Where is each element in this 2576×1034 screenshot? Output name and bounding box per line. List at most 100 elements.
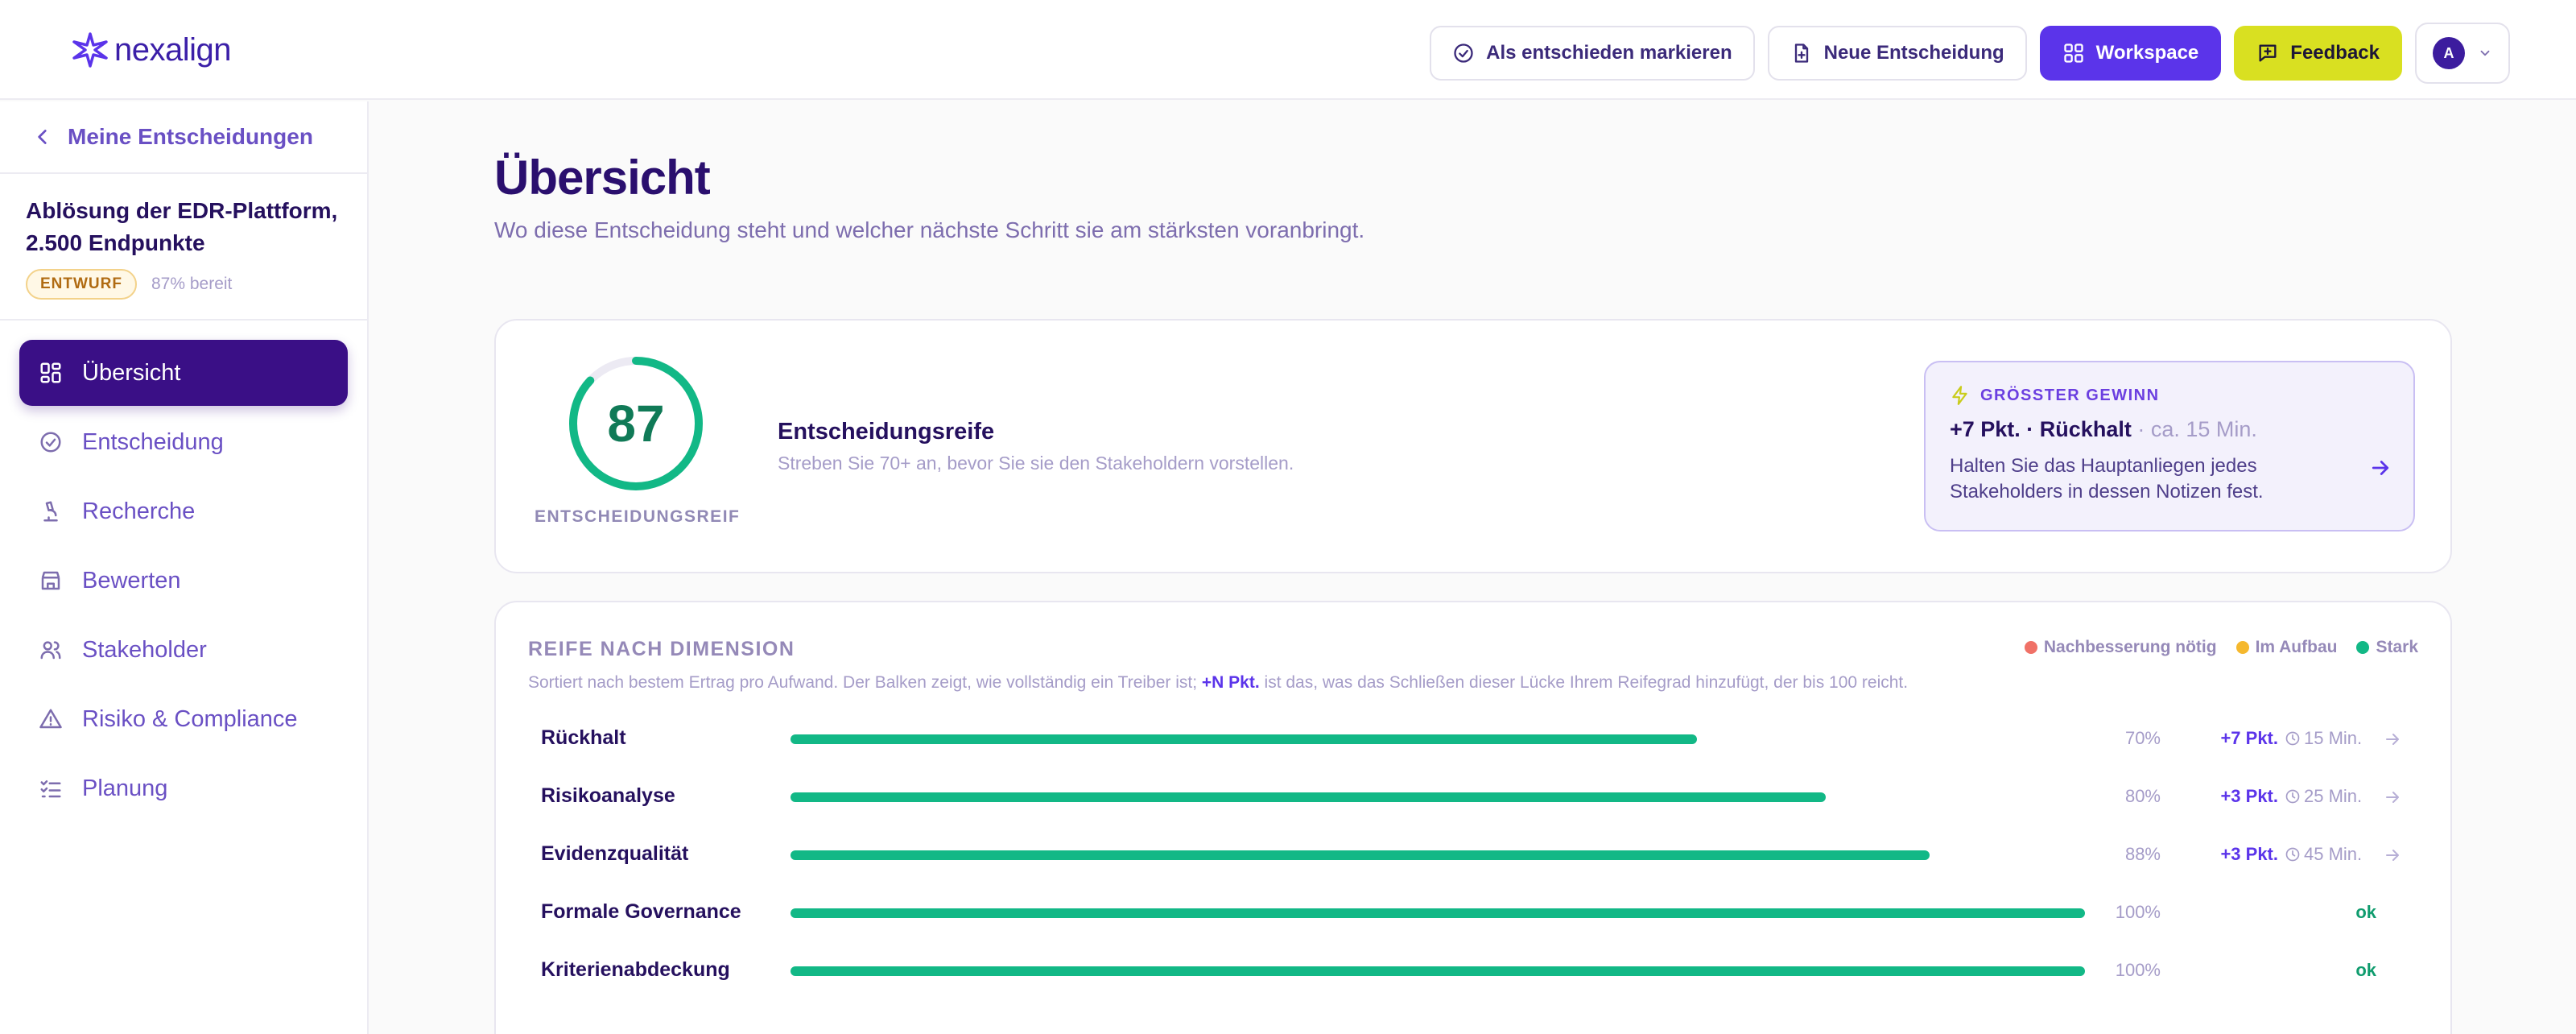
logo[interactable]: nexalign (71, 29, 232, 71)
check-circle-icon (40, 432, 61, 453)
legend-item: Stark (2356, 638, 2418, 657)
dimension-time: 25 Min. (2285, 786, 2362, 807)
dimension-time-label: 15 Min. (2304, 728, 2363, 748)
logo-text: nexalign (114, 31, 232, 68)
description-highlight: +N Pkt. (1201, 673, 1260, 692)
new-decision-label: Neue Entscheidung (1823, 42, 2004, 64)
maturity-card: 87 ENTSCHEIDUNGSREIF Entscheidungsreife … (494, 319, 2452, 573)
grid-icon (40, 362, 61, 383)
legend-dot (2356, 641, 2370, 654)
users-icon (40, 641, 61, 660)
dimension-row-kriterienabdeckung[interactable]: Kriterienabdeckung 100% ok (541, 955, 2417, 987)
dimension-time: 15 Min. (2285, 728, 2362, 749)
progress-bar-fill (791, 850, 1930, 860)
sidebar-item-stakeholder[interactable]: Stakeholder (19, 617, 348, 683)
sidebar-item-label: Übersicht (82, 359, 181, 386)
dimension-gain: +3 Pkt. (2220, 844, 2278, 864)
progress-bar-fill (791, 792, 1827, 802)
clock-icon (2285, 789, 2300, 804)
maturity-subtitle: Streben Sie 70+ an, bevor Sie sie den St… (778, 453, 1294, 474)
message-plus-icon (2259, 44, 2277, 62)
arrow-right-icon[interactable] (2383, 788, 2402, 807)
dimension-row-risikoanalyse[interactable]: Risikoanalyse 80% +3 Pkt. 25 Min. (541, 781, 2417, 813)
top-bar: nexalign Als entschieden markieren Neue … (0, 0, 2576, 100)
arrow-right-icon[interactable] (2368, 456, 2392, 480)
list-checks-icon (40, 780, 61, 798)
sidebar-item-label: Planung (82, 775, 168, 801)
description-text: ist das, was das Schließen dieser Lücke … (1259, 673, 1909, 692)
legend-dot (2024, 641, 2037, 654)
sidebar-item-planung[interactable]: Planung (19, 755, 348, 821)
project-title: Ablösung der EDR-Plattform, 2.500 Endpun… (26, 198, 338, 255)
new-decision-button[interactable]: Neue Entscheidung (1767, 26, 2027, 81)
dimension-name: Formale Governance (541, 900, 741, 923)
logo-icon (72, 32, 108, 68)
progress-bar-fill (791, 734, 1697, 744)
sidebar-item-recherche[interactable]: Recherche (19, 478, 348, 544)
progress-bar (791, 734, 2085, 744)
progress-bar-fill (791, 908, 2085, 918)
mark-decided-label: Als entschieden markieren (1486, 42, 1732, 64)
progress-bar (791, 908, 2085, 918)
workspace-button[interactable]: Workspace (2039, 26, 2222, 81)
sidebar-item-label: Recherche (82, 498, 196, 524)
dimension-percentage: 70% (2124, 728, 2161, 748)
user-menu-button[interactable]: A (2415, 23, 2510, 84)
page-subtitle: Wo diese Entscheidung steht und welcher … (494, 217, 1365, 242)
grid-icon (2063, 43, 2083, 63)
sidebar-item-bewerten[interactable]: Bewerten (19, 548, 348, 614)
description-text: Sortiert nach bestem Ertrag pro Aufwand.… (528, 673, 1202, 692)
biggest-gain-value: +7 Pkt. · Rückhalt (1950, 417, 2132, 441)
dimension-row-rueckhalt[interactable]: Rückhalt 70% +7 Pkt. 15 Min. (541, 723, 2417, 755)
legend-item: Nachbesserung nötig (2024, 638, 2217, 657)
progress-bar (791, 850, 2085, 860)
progress-bar (791, 966, 2085, 976)
dimensions-card: REIFE NACH DIMENSION Nachbesserung nötig… (494, 601, 2452, 1034)
dimension-time-label: 25 Min. (2304, 786, 2363, 806)
dimension-gain: +3 Pkt. (2220, 786, 2278, 806)
sidebar: Meine Entscheidungen Ablösung der EDR-Pl… (0, 101, 369, 1034)
dimensions-title: REIFE NACH DIMENSION (528, 638, 795, 660)
status-badge: ENTWURF (26, 269, 137, 300)
store-icon (41, 571, 60, 590)
avatar: A (2433, 37, 2465, 69)
biggest-gain-time: · ca. 15 Min. (2131, 417, 2257, 441)
biggest-gain-heading: GRÖSSTER GEWINN (1980, 386, 2160, 404)
sidebar-item-uebersicht[interactable]: Übersicht (19, 340, 348, 406)
sidebar-item-risiko-compliance[interactable]: Risiko & Compliance (19, 686, 348, 752)
sidebar-item-entscheidung[interactable]: Entscheidung (19, 409, 348, 475)
legend-label: Nachbesserung nötig (2043, 638, 2217, 656)
arrow-right-icon[interactable] (2383, 846, 2402, 865)
biggest-gain-card[interactable]: GRÖSSTER GEWINN +7 Pkt. · Rückhalt · ca.… (1924, 361, 2415, 531)
arrow-right-icon[interactable] (2383, 730, 2402, 749)
maturity-score-label: ENTSCHEIDUNGSREIF (535, 507, 741, 526)
mark-decided-button[interactable]: Als entschieden markieren (1430, 26, 1755, 81)
dimension-percentage: 88% (2124, 844, 2161, 864)
legend-dot (2235, 641, 2249, 654)
sidebar-item-label: Bewerten (82, 567, 181, 594)
feedback-label: Feedback (2290, 42, 2380, 64)
check-circle-icon (1454, 43, 1473, 63)
dimension-percentage: 80% (2124, 786, 2161, 806)
back-to-decisions-link[interactable]: Meine Entscheidungen (0, 101, 367, 174)
dimension-name: Risikoanalyse (541, 784, 675, 807)
chevron-left-icon (38, 130, 47, 144)
dimension-percentage: 100% (2115, 960, 2161, 980)
lightning-icon (1952, 386, 1967, 405)
warning-icon (39, 709, 62, 729)
file-plus-icon (1794, 43, 1808, 63)
feedback-button[interactable]: Feedback (2234, 26, 2402, 81)
dimension-time: 45 Min. (2285, 844, 2362, 865)
sidebar-nav: Übersicht Entscheidung Recherche Bewerte… (0, 321, 367, 844)
dimension-row-evidenzqualitaet[interactable]: Evidenzqualität 88% +3 Pkt. 45 Min. (541, 839, 2417, 871)
dimension-ok-status: ok (2355, 960, 2376, 980)
dimension-name: Evidenzqualität (541, 842, 689, 865)
page-title: Übersicht (494, 151, 711, 205)
sidebar-item-label: Entscheidung (82, 428, 224, 455)
legend: Nachbesserung nötig Im Aufbau Stark (2024, 638, 2418, 657)
sidebar-item-label: Stakeholder (82, 636, 207, 663)
dimension-ok-status: ok (2355, 902, 2376, 922)
dimension-row-formale-governance[interactable]: Formale Governance 100% ok (541, 897, 2417, 929)
clock-icon (2285, 731, 2300, 746)
ready-percentage: 87% bereit (151, 275, 233, 293)
